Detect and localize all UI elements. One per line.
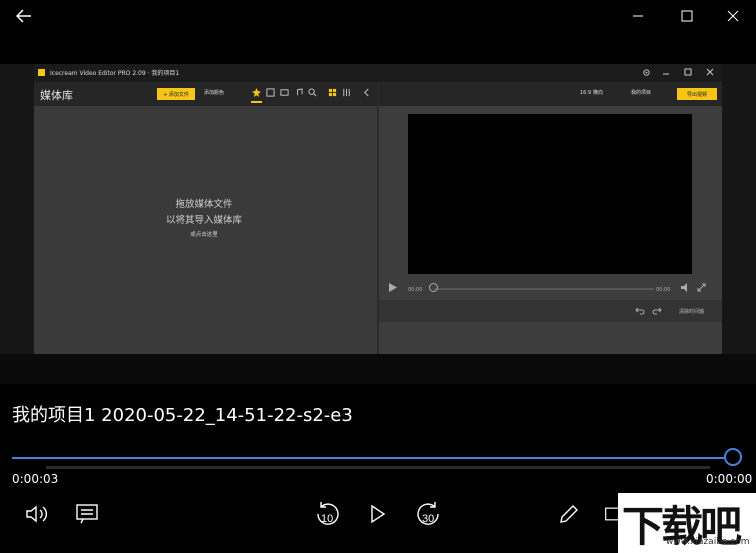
pencil-icon bbox=[560, 505, 578, 523]
app-close-icon bbox=[706, 68, 714, 76]
watermark-logo: 下载吧 www.xiazaiba.com bbox=[618, 493, 756, 553]
seek-bar[interactable] bbox=[12, 457, 730, 459]
app-title: Icecream Video Editor PRO 2.09 · 我的项目1 bbox=[50, 70, 180, 77]
minimize-icon bbox=[633, 15, 643, 17]
skip-forward-button[interactable]: 30 bbox=[415, 500, 443, 528]
timeline-area bbox=[0, 354, 756, 384]
app-minimize-icon bbox=[663, 73, 669, 75]
video-frame: Icecream Video Editor PRO 2.09 · 我的项目1 媒… bbox=[0, 64, 756, 384]
preview-play-icon bbox=[389, 283, 397, 292]
elapsed-time: 0:00:03 bbox=[12, 472, 59, 486]
close-button[interactable] bbox=[721, 4, 745, 28]
drop-hint-click: 或点击这里 bbox=[190, 232, 218, 238]
subtitles-icon bbox=[76, 504, 98, 524]
timeline-toolbar: 清除时间轴 bbox=[379, 300, 722, 322]
skip-back-button[interactable]: 10 bbox=[313, 500, 341, 528]
media-library-toolbar: 媒体库 + 添加文件 添加颜色 bbox=[34, 82, 377, 106]
chevron-left-icon bbox=[364, 88, 369, 97]
seek-thumb[interactable] bbox=[724, 448, 742, 466]
media-title: 我的项目1 2020-05-22_14-51-22-s2-e3 bbox=[12, 405, 353, 426]
media-drop-zone: 拖放媒体文件 以将其导入媒体库 或点击这里 bbox=[34, 106, 374, 284]
clear-timeline-button: 清除时间轴 bbox=[679, 309, 705, 315]
undo-icon bbox=[635, 307, 645, 315]
preview-seek-track bbox=[434, 288, 654, 290]
image-icon bbox=[280, 89, 289, 96]
app-logo-icon bbox=[38, 69, 45, 76]
app-maximize-icon bbox=[684, 68, 692, 76]
edit-button[interactable] bbox=[556, 501, 582, 527]
grid-view-icon bbox=[328, 88, 337, 97]
embedded-app-window: Icecream Video Editor PRO 2.09 · 我的项目1 媒… bbox=[34, 64, 722, 354]
maximize-icon bbox=[681, 10, 693, 22]
active-tab-indicator bbox=[251, 101, 262, 103]
skip-back-seconds: 10 bbox=[321, 513, 333, 525]
star-icon bbox=[252, 88, 261, 97]
media-library-panel: 媒体库 + 添加文件 添加颜色 拖放媒体文件 以将其导入媒体库 或点击这里 bbox=[34, 82, 377, 354]
skip-back-icon: 10 bbox=[317, 502, 339, 525]
video-preview-screen bbox=[408, 114, 692, 274]
app-title-bar: Icecream Video Editor PRO 2.09 · 我的项目1 bbox=[34, 64, 722, 82]
list-view-icon bbox=[343, 88, 350, 97]
add-color-button: 添加颜色 bbox=[204, 90, 225, 96]
maximize-button[interactable] bbox=[675, 4, 699, 28]
buffer-bar bbox=[46, 466, 710, 469]
remaining-time: 0:00:00 bbox=[706, 472, 753, 486]
redo-icon bbox=[652, 307, 662, 315]
subtitles-button[interactable] bbox=[74, 501, 100, 527]
media-library-title: 媒体库 bbox=[40, 89, 73, 102]
drop-hint-line2: 以将其导入媒体库 bbox=[165, 215, 242, 226]
preview-seek-knob bbox=[429, 283, 438, 292]
back-button[interactable] bbox=[10, 4, 38, 28]
arrow-left-icon bbox=[16, 9, 31, 23]
frame-right-edge bbox=[722, 64, 756, 384]
fullscreen-icon bbox=[697, 283, 706, 292]
export-video-button: 导出视频 bbox=[677, 88, 717, 100]
speaker-icon bbox=[26, 505, 47, 523]
minimize-button[interactable] bbox=[626, 4, 650, 28]
watermark-url: www.xiazaiba.com bbox=[666, 537, 750, 547]
preview-panel: 16:9 横向 我的项目 导出视频 00:00 00:00 清除时间轴 bbox=[379, 82, 722, 354]
play-icon bbox=[371, 504, 386, 524]
preview-volume-icon bbox=[681, 283, 687, 292]
skip-forward-seconds: 30 bbox=[422, 513, 434, 525]
aspect-ratio-selector: 16:9 横向 bbox=[580, 90, 603, 96]
skip-forward-icon: 30 bbox=[417, 502, 439, 525]
play-button[interactable] bbox=[365, 501, 391, 527]
preview-current-time: 00:00 bbox=[408, 287, 423, 293]
volume-button[interactable] bbox=[24, 501, 50, 527]
close-icon bbox=[727, 10, 739, 22]
preview-total-time: 00:00 bbox=[656, 287, 671, 293]
film-icon bbox=[266, 88, 275, 97]
preview-toolbar: 16:9 横向 我的项目 导出视频 bbox=[379, 82, 722, 106]
frame-left-edge bbox=[0, 64, 34, 384]
my-project-button: 我的项目 bbox=[631, 90, 652, 96]
music-icon bbox=[297, 88, 303, 96]
drop-hint-line1: 拖放媒体文件 bbox=[175, 199, 233, 210]
add-file-button: + 添加文件 bbox=[157, 88, 195, 100]
search-icon bbox=[308, 88, 317, 97]
gear-icon bbox=[643, 69, 650, 76]
